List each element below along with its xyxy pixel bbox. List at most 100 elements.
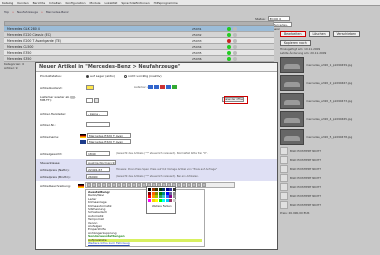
car-thumbnail[interactable]: [280, 57, 304, 73]
menu-item[interactable]: Kunden: [17, 1, 28, 5]
price-text: Preis: 26.990,00 EUR: [280, 211, 310, 215]
car-thumbnail[interactable]: [280, 75, 304, 91]
menu-item[interactable]: Katalog: [2, 1, 13, 5]
german-flag-icon: [80, 134, 86, 138]
status-dot-icon[interactable]: [227, 44, 231, 49]
copy-button[interactable]: Kopieren nach: [280, 40, 311, 46]
image-filename: mercedes_e320_4_p1090465.jpg: [306, 117, 353, 121]
toolbar-button-icon[interactable]: [137, 183, 141, 187]
availability-icon[interactable]: [172, 85, 177, 89]
status-dot-icon[interactable]: [233, 50, 237, 55]
menu-bar: Katalog Kunden Berichte Inhalten Konfigurati…: [0, 0, 380, 6]
breadcrumb: Top » Neufahrzeuge » Mercedes-Benz: [4, 9, 69, 14]
status-dot-icon[interactable]: [227, 32, 231, 37]
toolbar-button-icon[interactable]: [132, 183, 136, 187]
car-thumbnail[interactable]: [280, 111, 304, 127]
missing-image-text: BILD EXISTIERT NICHT: [290, 158, 321, 162]
toolbar-button-icon[interactable]: [107, 183, 111, 187]
gross-price-input[interactable]: 26990: [86, 174, 110, 179]
missing-image-row: BILD EXISTIERT NICHT: [280, 156, 378, 164]
breadcrumb-category[interactable]: Neufahrzeuge: [17, 10, 38, 14]
status-dot-icon[interactable]: [227, 56, 231, 61]
move-button[interactable]: Verschieben: [332, 31, 361, 37]
car-thumbnail[interactable]: [280, 129, 304, 145]
article-number-input[interactable]: [86, 122, 110, 127]
item-name: Mercedes E220 Classic (EC): [7, 32, 52, 37]
menu-item[interactable]: Lokalität: [104, 1, 117, 5]
net-price-label: Artikelpreis (Netto):: [40, 168, 70, 172]
toolbar-button-icon[interactable]: [187, 183, 191, 187]
status-dot-icon[interactable]: [233, 38, 237, 43]
net-price-input[interactable]: 22491.67: [86, 167, 110, 172]
article-name-en-input[interactable]: Mercedes E320 T Avan: [87, 139, 131, 144]
article-state-label: Artikelzustand:: [40, 86, 63, 90]
toolbar-button-icon[interactable]: [102, 183, 106, 187]
delete-button[interactable]: Löschen: [308, 31, 330, 37]
toolbar-button-icon[interactable]: [177, 183, 181, 187]
item-number: 25035: [192, 50, 202, 55]
restock-input[interactable]: [86, 98, 93, 103]
item-number: 25033: [192, 38, 202, 43]
image-row: mercedes_e320_1_p1090459.jpg: [280, 57, 378, 73]
meta-info: Hinzugefügt am: 10.11.2009 Letzte Änderu…: [280, 48, 378, 55]
missing-image-row: BILD EXISTIERT NICHT: [280, 165, 378, 173]
status-dot-icon[interactable]: [233, 26, 237, 31]
preview-panel: Hinzugefügt am: 10.11.2009 Letzte Änderu…: [280, 48, 378, 248]
status-field-label: Produktstatus:: [40, 74, 62, 78]
missing-image-text: BILD EXISTIERT NICHT: [290, 203, 321, 207]
toolbar-button-icon[interactable]: [87, 183, 91, 187]
menu-item[interactable]: Konfiguration: [65, 1, 85, 5]
calendar-icon[interactable]: [94, 98, 99, 103]
item-name: Mercedes E200 T Avantgarde (TE): [7, 38, 62, 43]
breadcrumb-current[interactable]: Mercedes-Benz: [46, 10, 69, 14]
edit-button[interactable]: Bearbeiten: [280, 31, 306, 37]
status-dot-icon[interactable]: [233, 56, 237, 61]
availability-options: [148, 85, 177, 89]
article-state-input[interactable]: [86, 85, 94, 90]
menu-item[interactable]: Hilfsprogramme: [154, 1, 178, 5]
article-name-de-input[interactable]: Mercedes E320 T Avan: [87, 133, 131, 138]
status-dot-icon[interactable]: [233, 32, 237, 37]
status-dot-icon[interactable]: [227, 50, 231, 55]
toolbar-button-icon[interactable]: [97, 183, 101, 187]
description-editor[interactable]: Ausstattung: Radio/Navi Leder Klimaanlage Kl…: [85, 189, 205, 247]
item-number: 25032: [192, 32, 202, 37]
menu-item[interactable]: Berichte: [33, 1, 46, 5]
status-dot-icon[interactable]: [227, 38, 231, 43]
missing-image-icon: [280, 147, 288, 155]
uk-flag-icon: [80, 140, 86, 144]
in-stock-option[interactable]: auf Lager (aktiv): [86, 74, 115, 78]
availability-icon[interactable]: [148, 85, 153, 89]
toolbar-button-icon[interactable]: [197, 183, 201, 187]
radio-icon[interactable]: [124, 74, 127, 78]
menu-item[interactable]: Module: [90, 1, 101, 5]
availability-icon[interactable]: [160, 85, 165, 89]
color-swatch[interactable]: [172, 198, 176, 202]
availability-icon[interactable]: [166, 85, 171, 89]
radio-icon[interactable]: [86, 74, 89, 78]
status-dot-icon[interactable]: [233, 44, 237, 49]
toolbar-button-icon[interactable]: [182, 183, 186, 187]
out-of-stock-option[interactable]: nicht vorrätig (inaktiv): [124, 74, 162, 78]
menu-item[interactable]: Inhalten: [49, 1, 61, 5]
car-thumbnail[interactable]: [280, 93, 304, 109]
toolbar-button-icon[interactable]: [117, 183, 121, 187]
status-dot-icon[interactable]: [227, 26, 231, 31]
manufacturer-select[interactable]: - keine -: [86, 111, 108, 116]
weight-input[interactable]: 1840: [86, 151, 110, 156]
editor-highlight[interactable]: Informationen zu Umweltplakette: [88, 245, 202, 246]
toolbar-button-icon[interactable]: [112, 183, 116, 187]
image-filename: mercedes_e320_2_p1090467.jpg: [306, 81, 353, 85]
availability-icon[interactable]: [154, 85, 159, 89]
more-colors-link[interactable]: Weitere Farben: [148, 205, 176, 208]
tax-class-select[interactable]: Austria Normal (20%): [86, 160, 116, 165]
toolbar-button-icon[interactable]: [127, 183, 131, 187]
missing-image-text: BILD EXISTIERT NICHT: [290, 194, 321, 198]
toolbar-button-icon[interactable]: [202, 183, 206, 187]
breadcrumb-top[interactable]: Top: [4, 10, 9, 14]
toolbar-button-icon[interactable]: [122, 183, 126, 187]
toolbar-button-icon[interactable]: [192, 183, 196, 187]
toolbar-button-icon[interactable]: [92, 183, 96, 187]
menu-item[interactable]: Sprachdefinitionen: [121, 1, 149, 5]
german-flag-icon: [78, 184, 84, 188]
